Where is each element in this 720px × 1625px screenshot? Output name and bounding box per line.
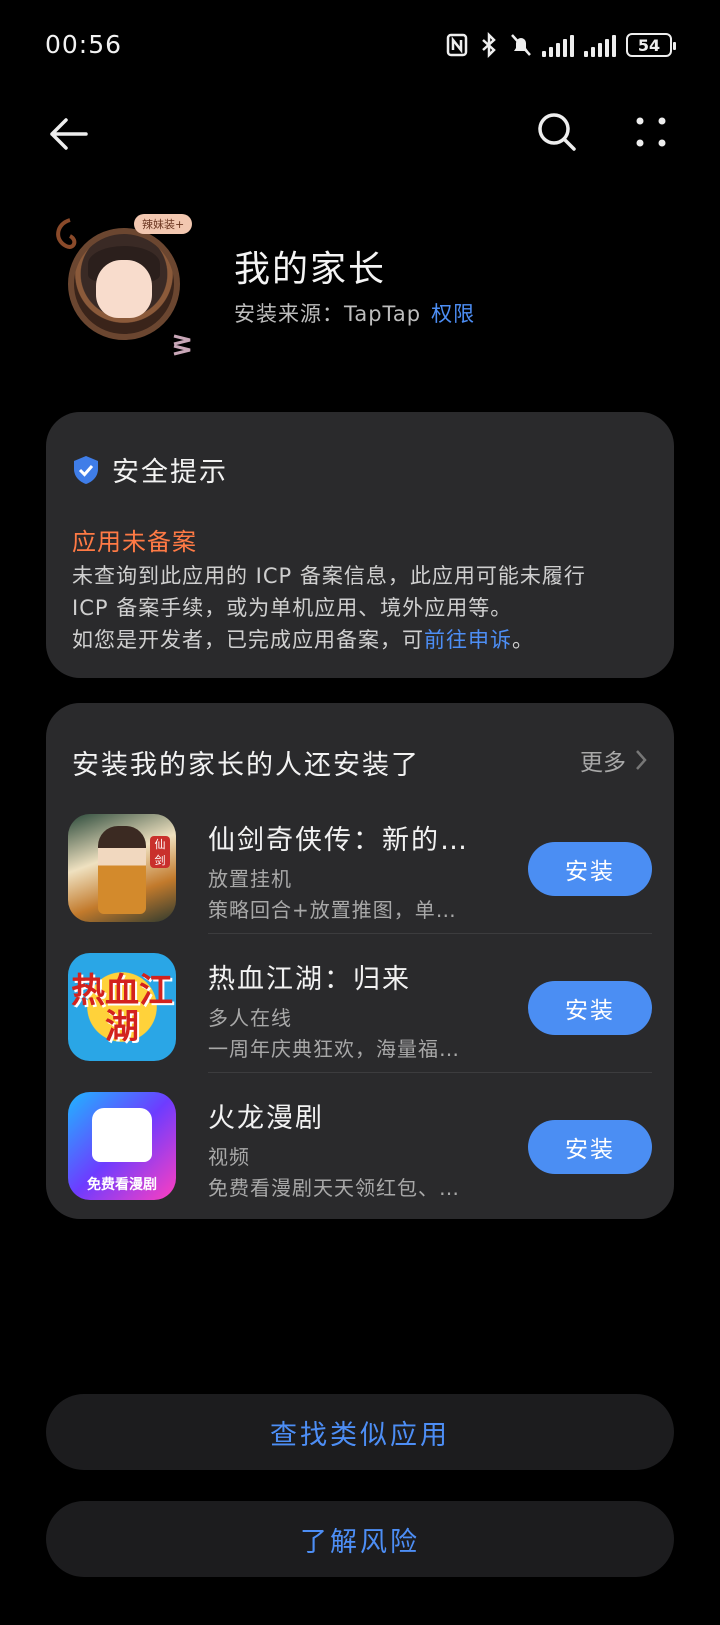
status-icons: 54 [446,30,676,60]
shield-check-icon [74,455,98,484]
app-row-category: 视频 [208,1145,250,1169]
related-apps-card: 安装我的家长的人还安装了 更多 仙剑 仙剑奇侠传：新的… 放置挂机 策略回合+放… [46,703,674,1219]
app-icon: 辣妹装+ [50,210,200,360]
related-title: 安装我的家长的人还安装了 [72,750,420,781]
list-item[interactable]: 热血江湖 热血江湖：归来 多人在线 一周年庆典狂欢，海量福… 安装 [68,947,652,1073]
app-icon-badge: 辣妹装+ [134,214,193,234]
icon-seal: 仙剑 [150,836,170,868]
app-name: 我的家长 [234,249,387,290]
related-header: 安装我的家长的人还安装了 更多 [72,743,648,783]
app-row-description: 一周年庆典狂欢，海量福… [208,1037,460,1061]
warning-line-3: 如您是开发者，已完成应用备案，可前往申诉。 [72,624,652,656]
appeal-link[interactable]: 前往申诉 [424,628,512,652]
battery-level: 54 [637,35,661,55]
search-icon[interactable] [532,107,582,157]
signal-strength-icon-2 [584,33,616,57]
more-options-icon[interactable] [626,107,676,157]
app-row-name: 热血江湖：归来 [208,964,411,995]
install-button[interactable]: 安装 [528,981,652,1035]
more-link[interactable]: 更多 [580,743,648,777]
warning-body: 未查询到此应用的 ICP 备案信息，此应用可能未履行 ICP 备案手续，或为单机… [72,560,652,656]
permissions-link[interactable]: 权限 [431,302,475,326]
signal-strength-icon [542,33,574,57]
divider [208,1072,652,1073]
learn-risk-button[interactable]: 了解风险 [46,1501,674,1577]
app-row-description: 策略回合+放置推图，单… [208,898,457,922]
more-label: 更多 [580,750,626,776]
icon-text: 热血江湖 [71,971,173,1047]
app-row-category: 放置挂机 [208,867,292,891]
status-time: 00:56 [45,30,123,59]
chevron-right-icon [636,750,647,770]
nfc-icon [446,33,468,57]
install-source: 安装来源：TapTap 权限 [234,298,475,328]
app-row-category: 多人在线 [208,1006,292,1030]
app-header: 辣妹装+ 我的家长 安装来源：TapTap 权限 [0,200,720,370]
app-icon-rexuejianghu: 热血江湖 [68,953,176,1061]
icon-mascot [92,1108,152,1162]
top-nav [0,95,720,175]
warning-line-2: ICP 备案手续，或为单机应用、境外应用等。 [72,596,513,620]
icon-figure [98,826,146,914]
warning-line-1: 未查询到此应用的 ICP 备案信息，此应用可能未履行 [72,564,586,588]
warning-line-3-suffix: 。 [512,628,534,652]
bluetooth-icon [482,32,496,58]
app-icon-xianjian: 仙剑 [68,814,176,922]
decorative-chevron-icon [173,334,191,356]
battery-icon: 54 [626,33,676,57]
install-button[interactable]: 安装 [528,1120,652,1174]
list-item[interactable]: 免费看漫剧 火龙漫剧 视频 免费看漫剧天天领红包、… 安装 [68,1086,652,1212]
safety-title: 安全提示 [112,457,228,488]
decorative-swirl-icon [56,218,77,249]
list-item[interactable]: 仙剑 仙剑奇侠传：新的… 放置挂机 策略回合+放置推图，单… 安装 [68,808,652,934]
safety-notice-card: 安全提示 应用未备案 未查询到此应用的 ICP 备案信息，此应用可能未履行 IC… [46,412,674,678]
app-icon-face [96,260,152,318]
warning-line-3-prefix: 如您是开发者，已完成应用备案，可 [72,628,424,652]
app-icon-huolongmanju: 免费看漫剧 [68,1092,176,1200]
find-similar-button[interactable]: 查找类似应用 [46,1394,674,1470]
status-bar: 00:56 54 [0,0,720,90]
icon-text: 免费看漫剧 [87,1177,157,1193]
install-button[interactable]: 安装 [528,842,652,896]
install-source-text: 安装来源：TapTap [234,302,422,326]
divider [208,933,652,934]
app-row-name: 火龙漫剧 [208,1103,324,1134]
warning-heading: 应用未备案 [72,528,197,556]
mute-bell-icon [511,34,531,56]
app-row-name: 仙剑奇侠传：新的… [208,825,469,856]
back-arrow-icon[interactable] [44,109,94,159]
app-row-description: 免费看漫剧天天领红包、… [208,1176,460,1200]
safety-title-row: 安全提示 [72,450,228,489]
